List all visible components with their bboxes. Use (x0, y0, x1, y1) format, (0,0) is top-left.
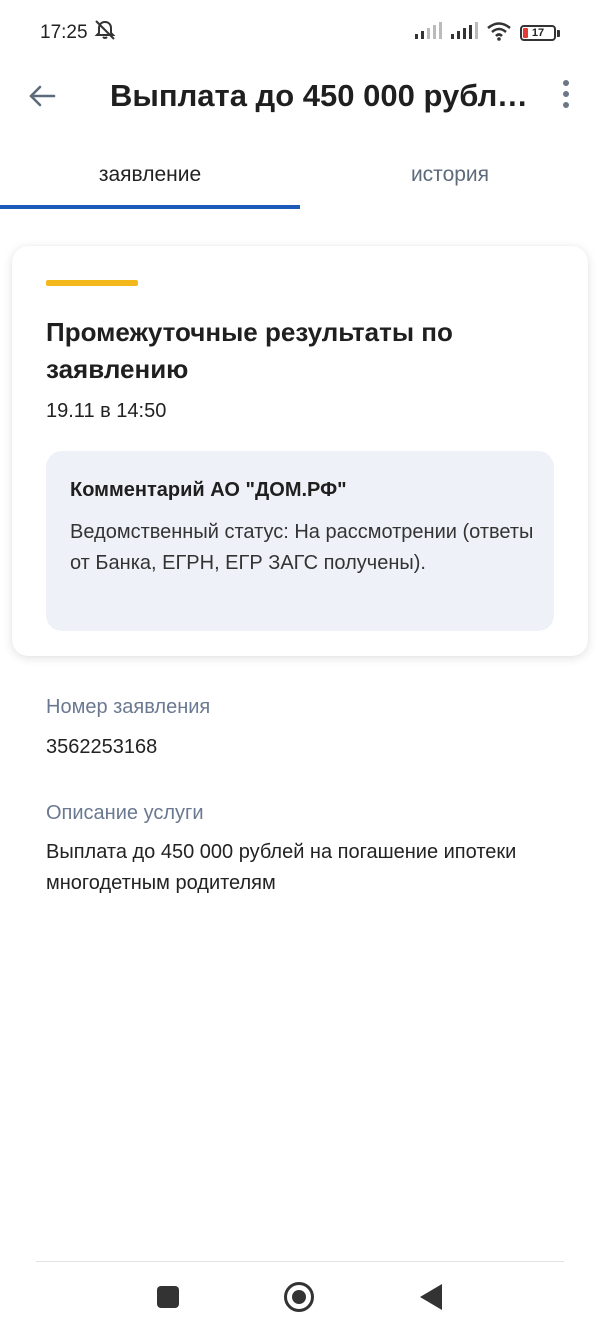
battery-body: 17 (520, 25, 556, 41)
system-nav-bar (0, 1262, 600, 1332)
home-dot (292, 1290, 306, 1304)
application-number-label: Номер заявления (46, 696, 211, 718)
back-icon[interactable] (420, 1284, 442, 1310)
card-date: 19.11 в 14:50 (46, 400, 167, 422)
comment-text: Ведомственный статус: На рассмотрении (о… (70, 521, 534, 574)
application-number: 3562253168 (46, 736, 158, 758)
tab-application[interactable]: заявление (0, 150, 300, 200)
accent-line (46, 280, 138, 286)
service-description-label: Описание услуги (46, 802, 204, 824)
page-title: Выплата до 450 000 рублей на погашение и… (110, 78, 530, 113)
status-time: 17:25 (40, 22, 88, 43)
back-button[interactable] (22, 76, 62, 116)
recents-icon[interactable] (157, 1286, 179, 1308)
more-vertical-icon (563, 91, 569, 97)
bell-off-icon (92, 19, 118, 47)
battery-icon: 17 (520, 25, 560, 41)
comment-title: Комментарий АО "ДОМ.РФ" (70, 479, 347, 501)
tab-bar: заявление история (0, 150, 600, 210)
battery-level: 17 (531, 26, 545, 39)
comment-box: Комментарий АО "ДОМ.РФ" Ведомственный ст… (46, 451, 554, 631)
more-vertical-icon (563, 80, 569, 86)
signal-icon (414, 21, 442, 45)
status-right: 17 (414, 21, 560, 46)
wifi-icon (486, 21, 512, 46)
service-description: Выплата до 450 000 рублей на погашение и… (46, 841, 517, 894)
home-icon[interactable] (284, 1282, 314, 1312)
more-vertical-icon (563, 102, 569, 108)
tab-history[interactable]: история (300, 150, 600, 200)
signal-icon (450, 21, 478, 45)
more-options-button[interactable] (550, 74, 582, 114)
tab-indicator (0, 205, 300, 209)
status-left: 17:25 (40, 19, 118, 47)
arrow-left-icon (29, 85, 56, 107)
card-title: Промежуточные результаты по заявлению (46, 317, 453, 384)
battery-fill (523, 28, 528, 38)
screen: 17:25 17 Выплата до 450 000 рублей заявл… (0, 0, 600, 1332)
status-card: Промежуточные результаты по заявлению 19… (12, 246, 588, 656)
battery-tip (557, 29, 560, 37)
status-bar: 17:25 17 (0, 0, 600, 66)
app-bar: Выплата до 450 000 рублей на погашение и… (0, 62, 600, 128)
